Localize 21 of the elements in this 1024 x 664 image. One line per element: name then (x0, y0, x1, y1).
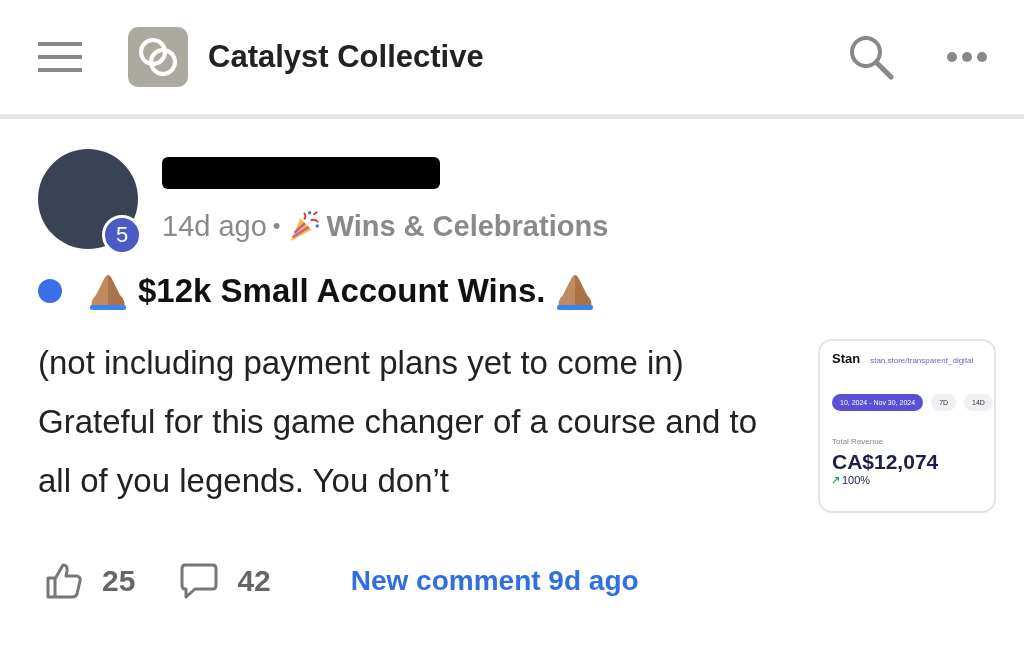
change-value: 100% (842, 474, 871, 486)
metric-label: Total Revenue (832, 437, 885, 446)
more-icon[interactable] (946, 51, 988, 63)
post-time: 14d ago (162, 209, 267, 243)
like-count: 25 (102, 564, 136, 598)
separator-dot: • (272, 213, 281, 239)
brand-label: Stan (832, 351, 861, 366)
search-icon[interactable] (848, 34, 894, 80)
store-url: stan.store/transparent_digital (870, 356, 974, 365)
group-logo-icon (128, 27, 188, 87)
thumbs-up-icon[interactable] (44, 561, 84, 601)
metric-value: CA$12,074 (832, 450, 940, 474)
comment-count: 42 (237, 564, 271, 598)
comment-icon[interactable] (179, 561, 220, 601)
trend-up-icon (832, 476, 840, 484)
post-title[interactable]: $12k Small Account Wins. (138, 272, 546, 310)
level-badge: 5 (102, 215, 142, 255)
post-excerpt: (not including payment plans yet to come in) Grateful for this game changer of a course and to all of you legends. You don’t (38, 343, 759, 501)
new-comment-link[interactable]: New comment 9d ago (350, 565, 639, 597)
menu-icon[interactable] (38, 42, 82, 72)
group-title: Catalyst Collective (208, 39, 484, 75)
